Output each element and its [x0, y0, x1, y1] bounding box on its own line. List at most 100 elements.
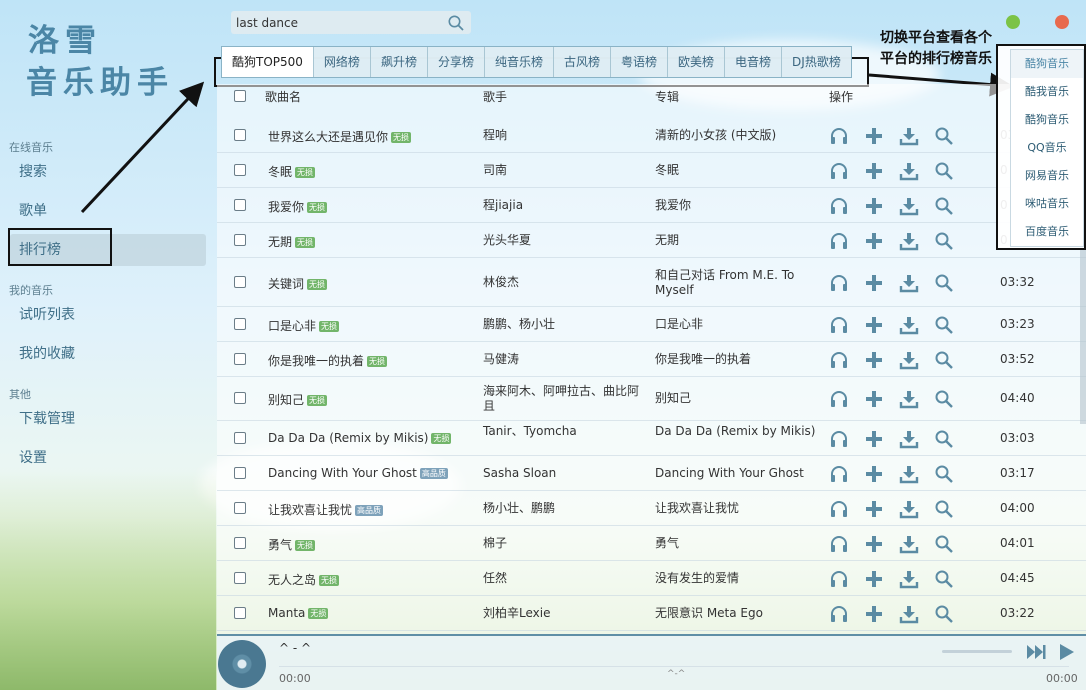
tab-cantonese[interactable]: 粤语榜: [611, 47, 669, 77]
progress-bar[interactable]: [279, 666, 1069, 667]
add-icon[interactable]: [864, 161, 884, 181]
row-checkbox[interactable]: [234, 392, 246, 404]
row-checkbox[interactable]: [234, 502, 246, 514]
search-song-icon[interactable]: [934, 315, 954, 335]
download-icon[interactable]: [899, 350, 919, 370]
listen-icon[interactable]: [829, 499, 849, 519]
search-song-icon[interactable]: [934, 499, 954, 519]
select-all-checkbox[interactable]: [234, 90, 246, 102]
row-checkbox[interactable]: [234, 199, 246, 211]
download-icon[interactable]: [899, 499, 919, 519]
listen-icon[interactable]: [829, 161, 849, 181]
listen-icon[interactable]: [829, 534, 849, 554]
add-icon[interactable]: [864, 534, 884, 554]
table-row[interactable]: 冬眠无损司南冬眠0: [217, 153, 1086, 188]
listen-icon[interactable]: [829, 315, 849, 335]
search-song-icon[interactable]: [934, 273, 954, 293]
table-row[interactable]: 勇气 无损 棉子 勇气 04:01: [217, 526, 1086, 561]
search-icon[interactable]: [447, 14, 465, 32]
listen-icon[interactable]: [829, 273, 849, 293]
volume-slider[interactable]: [942, 650, 1012, 653]
table-row[interactable]: 世界这么大还是遇见你无损程响清新的小女孩 (中文版)03: [217, 118, 1086, 153]
listen-icon[interactable]: [829, 429, 849, 449]
download-icon[interactable]: [899, 273, 919, 293]
add-icon[interactable]: [864, 196, 884, 216]
listen-icon[interactable]: [829, 604, 849, 624]
tab-electronic[interactable]: 电音榜: [725, 47, 783, 77]
table-row[interactable]: 无人之岛 无损 任然 没有发生的爱情 04:45: [217, 561, 1086, 596]
listen-icon[interactable]: [829, 196, 849, 216]
add-icon[interactable]: [864, 231, 884, 251]
search-song-icon[interactable]: [934, 604, 954, 624]
table-row[interactable]: Manta 无损 刘柏辛Lexie 无限意识 Meta Ego 03:22: [217, 596, 1086, 631]
search-song-icon[interactable]: [934, 350, 954, 370]
row-checkbox[interactable]: [234, 467, 246, 479]
search-song-icon[interactable]: [934, 161, 954, 181]
platform-item[interactable]: 网易音乐: [1011, 162, 1083, 190]
table-row[interactable]: 让我欢喜让我忧 高品质 杨小壮、鹏鹏 让我欢喜让我忧 04:00: [217, 491, 1086, 526]
close-button[interactable]: [1055, 15, 1069, 29]
platform-item[interactable]: 酷狗音乐: [1011, 50, 1083, 78]
table-row[interactable]: Da Da Da (Remix by Mikis) 无损 Tanir、Tyomcha…: [217, 421, 1086, 456]
play-icon[interactable]: [1055, 642, 1077, 662]
search-song-icon[interactable]: [934, 126, 954, 146]
row-checkbox[interactable]: [234, 164, 246, 176]
album-disc-icon[interactable]: [218, 640, 266, 688]
row-checkbox[interactable]: [234, 234, 246, 246]
platform-item[interactable]: 酷狗音乐: [1011, 106, 1083, 134]
add-icon[interactable]: [864, 499, 884, 519]
search-song-icon[interactable]: [934, 196, 954, 216]
table-row[interactable]: 口是心非 无损 鹏鹏、杨小壮 口是心非 03:23: [217, 307, 1086, 342]
tab-ancient-style[interactable]: 古风榜: [553, 47, 611, 77]
next-track-icon[interactable]: [1025, 642, 1047, 662]
add-icon[interactable]: [864, 126, 884, 146]
tab-western[interactable]: 欧美榜: [668, 47, 726, 77]
add-icon[interactable]: [864, 350, 884, 370]
add-icon[interactable]: [864, 273, 884, 293]
tab-dj[interactable]: DJ热歌榜: [782, 47, 851, 77]
download-icon[interactable]: [899, 569, 919, 589]
tab-share[interactable]: 分享榜: [427, 47, 485, 77]
table-row[interactable]: 关键词 无损 林俊杰 和自己对话 From M.E. To Myself 03:32: [217, 258, 1086, 307]
add-icon[interactable]: [864, 464, 884, 484]
table-row[interactable]: 无期无损光头华夏无期0: [217, 223, 1086, 258]
row-checkbox[interactable]: [234, 432, 246, 444]
download-icon[interactable]: [899, 464, 919, 484]
table-row[interactable]: Dancing With Your Ghost 高品质 Sasha Sloan Dan…: [217, 456, 1086, 491]
listen-icon[interactable]: [829, 389, 849, 409]
download-icon[interactable]: [899, 389, 919, 409]
tab-soaring[interactable]: 飙升榜: [370, 47, 428, 77]
row-checkbox[interactable]: [234, 537, 246, 549]
tab-pure-music[interactable]: 纯音乐榜: [484, 47, 554, 77]
add-icon[interactable]: [864, 429, 884, 449]
search-song-icon[interactable]: [934, 464, 954, 484]
row-checkbox[interactable]: [234, 353, 246, 365]
table-row[interactable]: 我爱你无损程jiajia我爱你0: [217, 188, 1086, 223]
add-icon[interactable]: [864, 569, 884, 589]
listen-icon[interactable]: [829, 231, 849, 251]
platform-item[interactable]: 酷我音乐: [1011, 78, 1083, 106]
search-input[interactable]: [236, 14, 441, 31]
platform-item[interactable]: QQ音乐: [1011, 134, 1083, 162]
download-icon[interactable]: [899, 231, 919, 251]
table-row[interactable]: 你是我唯一的执着 无损 马健涛 你是我唯一的执着 03:52: [217, 342, 1086, 377]
download-icon[interactable]: [899, 604, 919, 624]
listen-icon[interactable]: [829, 350, 849, 370]
tab-kugou-top500[interactable]: 酷狗TOP500: [222, 47, 314, 77]
download-icon[interactable]: [899, 126, 919, 146]
listen-icon[interactable]: [829, 569, 849, 589]
search-song-icon[interactable]: [934, 429, 954, 449]
download-icon[interactable]: [899, 161, 919, 181]
add-icon[interactable]: [864, 389, 884, 409]
listen-icon[interactable]: [829, 126, 849, 146]
search-song-icon[interactable]: [934, 534, 954, 554]
download-icon[interactable]: [899, 315, 919, 335]
table-row[interactable]: 别知己 无损 海来阿木、阿呷拉古、曲比阿且 别知己 04:40: [217, 377, 1086, 421]
download-icon[interactable]: [899, 534, 919, 554]
row-checkbox[interactable]: [234, 276, 246, 288]
download-icon[interactable]: [899, 429, 919, 449]
row-checkbox[interactable]: [234, 607, 246, 619]
add-icon[interactable]: [864, 604, 884, 624]
search-song-icon[interactable]: [934, 569, 954, 589]
row-checkbox[interactable]: [234, 129, 246, 141]
